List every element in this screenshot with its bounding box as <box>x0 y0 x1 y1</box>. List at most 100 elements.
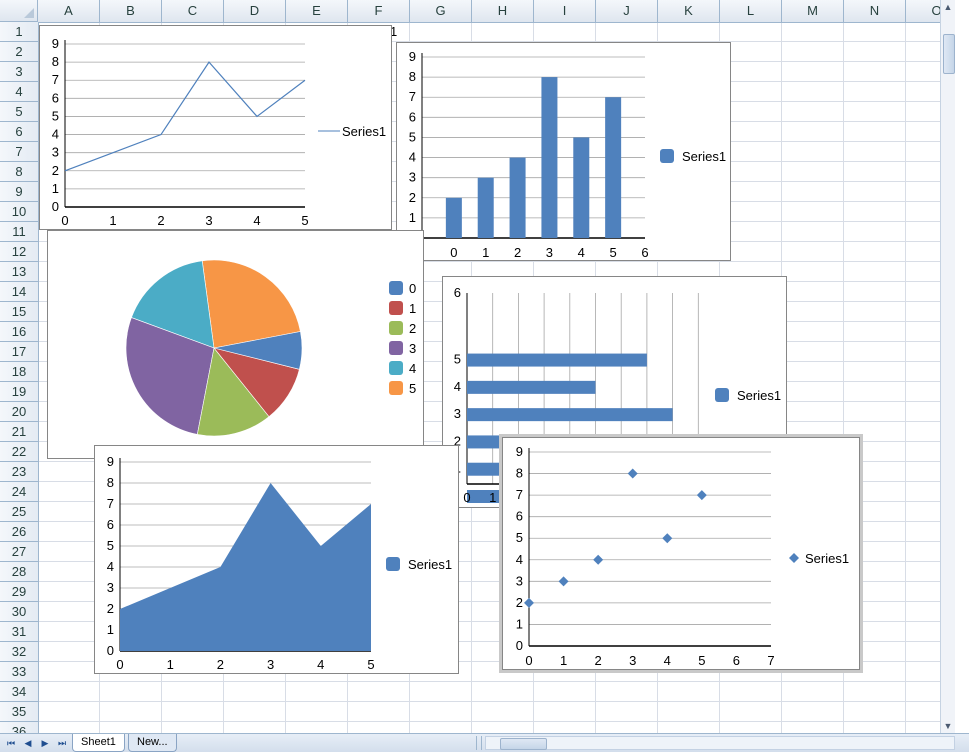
y-tick-label: 3 <box>409 170 416 185</box>
scroll-up-icon[interactable]: ▲ <box>941 0 955 14</box>
row-header-10[interactable]: 10 <box>0 202 38 222</box>
legend-swatch <box>386 557 400 571</box>
column-header-g[interactable]: G <box>410 0 472 22</box>
column-header-b[interactable]: B <box>100 0 162 22</box>
y-tick-label: 9 <box>52 36 59 51</box>
row-header-9[interactable]: 9 <box>0 182 38 202</box>
row-header-16[interactable]: 16 <box>0 322 38 342</box>
row-header-7[interactable]: 7 <box>0 142 38 162</box>
y-tick-label: 8 <box>409 69 416 84</box>
row-header-12[interactable]: 12 <box>0 242 38 262</box>
vertical-scrollbar[interactable]: ▲ ▼ <box>940 0 955 733</box>
column-header-c[interactable]: C <box>162 0 224 22</box>
row-headers: 1 2 3 4 5 6 7 8 9 10 11 12 13 14 15 16 17 18 19 20 21 22 23 24 2… <box>0 22 39 733</box>
area-chart[interactable]: 0 1 2 3 4 5 6 7 8 9 0 1 2 3 4 5 Series1 <box>94 445 459 674</box>
row-header-14[interactable]: 14 <box>0 282 38 302</box>
y-tick-label: 1 <box>516 616 523 631</box>
column-header-h[interactable]: H <box>472 0 534 22</box>
bar-1 <box>477 177 494 238</box>
x-tick-label: 5 <box>610 245 617 260</box>
row-header-15[interactable]: 15 <box>0 302 38 322</box>
next-sheet-icon[interactable]: ▶ <box>38 736 52 750</box>
scatter-chart[interactable]: 0 1 2 3 4 5 6 7 8 9 0 1 2 3 4 5 6 7 Series1 <box>499 434 863 673</box>
row-header-17[interactable]: 17 <box>0 342 38 362</box>
row-header-23[interactable]: 23 <box>0 462 38 482</box>
y-tick-label: 4 <box>454 379 461 394</box>
column-chart[interactable]: 1 2 3 4 5 6 7 8 9 0 1 2 3 4 5 6 Series1 <box>396 42 731 261</box>
x-tick-label: 5 <box>301 213 308 228</box>
y-tick-label: 8 <box>516 466 523 481</box>
row-header-21[interactable]: 21 <box>0 422 38 442</box>
y-tick-label: 9 <box>409 49 416 64</box>
vertical-scroll-thumb[interactable] <box>943 34 955 74</box>
x-tick-label: 3 <box>205 213 212 228</box>
point-0 <box>524 597 534 608</box>
row-header-32[interactable]: 32 <box>0 642 38 662</box>
tab-sheet1[interactable]: Sheet1 <box>72 734 125 752</box>
x-tick-label: 3 <box>546 245 553 260</box>
row-header-34[interactable]: 34 <box>0 682 38 702</box>
row-header-8[interactable]: 8 <box>0 162 38 182</box>
x-tick-label: 4 <box>317 657 324 672</box>
bar-4 <box>573 137 590 238</box>
x-tick-label: 5 <box>698 653 705 668</box>
row-header-20[interactable]: 20 <box>0 402 38 422</box>
first-sheet-icon[interactable]: ⏮ <box>4 736 18 750</box>
tab-new[interactable]: New... <box>128 734 177 752</box>
row-header-6[interactable]: 6 <box>0 122 38 142</box>
row-header-24[interactable]: 24 <box>0 482 38 502</box>
column-header-n[interactable]: N <box>844 0 906 22</box>
spreadsheet-grid[interactable]: ABCDEFGHIJKLMNO 1 2 3 4 5 6 7 8 9 10 11 12 13 14 15 16 1… <box>0 0 955 733</box>
last-sheet-icon[interactable]: ⏭ <box>55 736 69 750</box>
horizontal-scroll-thumb[interactable] <box>500 738 547 750</box>
line-chart[interactable]: 0 1 2 3 4 5 6 7 8 9 0 1 2 3 4 5 Series1 <box>39 25 392 230</box>
legend-label: Series1 <box>805 551 849 566</box>
prev-sheet-icon[interactable]: ◀ <box>21 736 35 750</box>
column-header-l[interactable]: L <box>720 0 782 22</box>
chart-svg: 0 1 2 3 4 5 6 7 8 9 0 1 2 3 4 5 6 7 Series1 <box>516 444 849 668</box>
row-header-22[interactable]: 22 <box>0 442 38 462</box>
row-header-30[interactable]: 30 <box>0 602 38 622</box>
pie-chart[interactable]: 0 1 2 3 4 5 <box>47 230 424 459</box>
row-header-13[interactable]: 13 <box>0 262 38 282</box>
horizontal-scrollbar[interactable] <box>485 736 955 750</box>
row-header-5[interactable]: 5 <box>0 102 38 122</box>
row-header-19[interactable]: 19 <box>0 382 38 402</box>
row-header-11[interactable]: 11 <box>0 222 38 242</box>
legend-label: 0 <box>409 281 416 296</box>
y-tick-label: 4 <box>52 127 59 142</box>
row-header-33[interactable]: 33 <box>0 662 38 682</box>
row-header-1[interactable]: 1 <box>0 22 38 42</box>
column-header-i[interactable]: I <box>534 0 596 22</box>
y-tick-label: 4 <box>107 559 114 574</box>
scroll-down-icon[interactable]: ▼ <box>941 719 955 733</box>
legend-label: 3 <box>409 341 416 356</box>
row-header-27[interactable]: 27 <box>0 542 38 562</box>
row-header-2[interactable]: 2 <box>0 42 38 62</box>
x-tick-label: 1 <box>560 653 567 668</box>
row-header-25[interactable]: 25 <box>0 502 38 522</box>
chart-svg: 1 2 3 4 5 6 7 8 9 0 1 2 3 4 5 6 Series1 <box>409 49 726 260</box>
row-header-28[interactable]: 28 <box>0 562 38 582</box>
column-header-a[interactable]: A <box>38 0 100 22</box>
x-tick-label: 7 <box>767 653 774 668</box>
row-header-18[interactable]: 18 <box>0 362 38 382</box>
column-header-e[interactable]: E <box>286 0 348 22</box>
column-header-j[interactable]: J <box>596 0 658 22</box>
row-header-31[interactable]: 31 <box>0 622 38 642</box>
row-header-3[interactable]: 3 <box>0 62 38 82</box>
tab-split-handle[interactable] <box>476 736 482 750</box>
y-tick-label: 4 <box>409 150 416 165</box>
column-header-k[interactable]: K <box>658 0 720 22</box>
y-tick-label: 6 <box>516 509 523 524</box>
column-header-m[interactable]: M <box>782 0 844 22</box>
row-header-26[interactable]: 26 <box>0 522 38 542</box>
column-header-d[interactable]: D <box>224 0 286 22</box>
row-header-29[interactable]: 29 <box>0 582 38 602</box>
select-all-corner[interactable] <box>0 0 38 22</box>
row-header-36[interactable]: 36 <box>0 722 38 733</box>
legend-swatch <box>389 381 403 395</box>
row-header-35[interactable]: 35 <box>0 702 38 722</box>
column-header-f[interactable]: F <box>348 0 410 22</box>
row-header-4[interactable]: 4 <box>0 82 38 102</box>
